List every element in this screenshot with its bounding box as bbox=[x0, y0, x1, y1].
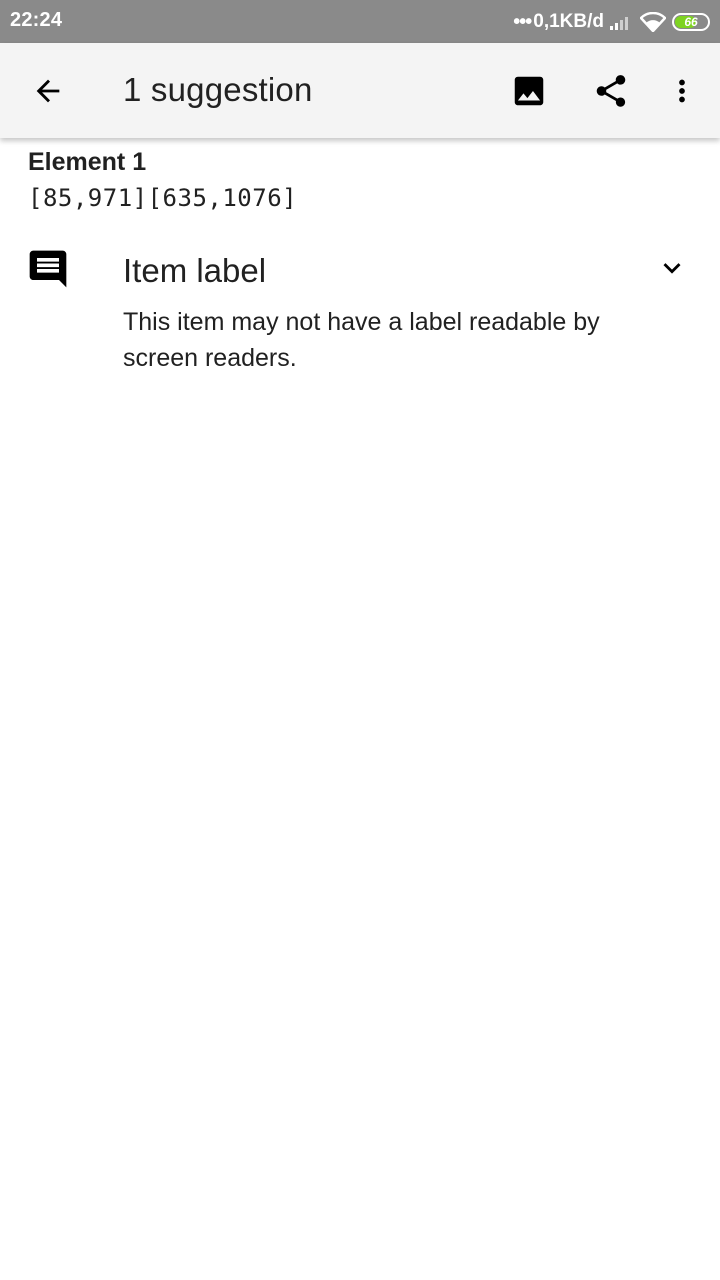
back-button[interactable] bbox=[24, 67, 72, 115]
element-bounds: [85,971][635,1076] bbox=[28, 184, 298, 212]
more-options-button[interactable] bbox=[658, 67, 706, 115]
app-bar: 1 suggestion bbox=[0, 43, 720, 138]
signal-icon bbox=[610, 14, 632, 30]
element-title: Element 1 bbox=[28, 148, 147, 176]
status-bar: 22:24 ••• 0,1KB/d 66 bbox=[0, 0, 720, 43]
chevron-down-icon bbox=[663, 263, 681, 274]
notification-dots: ••• bbox=[513, 11, 532, 33]
status-time: 22:24 bbox=[10, 9, 63, 31]
share-icon bbox=[596, 75, 626, 107]
expand-suggestion-button[interactable] bbox=[648, 244, 696, 292]
battery-icon: 66 bbox=[672, 13, 710, 31]
image-button[interactable] bbox=[505, 67, 553, 115]
network-speed: 0,1KB/d bbox=[533, 11, 604, 32]
battery-level: 66 bbox=[684, 15, 698, 29]
wifi-icon bbox=[640, 12, 666, 32]
share-button[interactable] bbox=[587, 67, 635, 115]
suggestion-description: This item may not have a label readable … bbox=[123, 308, 600, 372]
suggestion-title: Item label bbox=[123, 252, 267, 289]
more-vert-icon bbox=[679, 79, 685, 103]
page-title: 1 suggestion bbox=[123, 71, 313, 108]
back-arrow-icon bbox=[36, 79, 60, 103]
status-indicators: ••• 0,1KB/d 66 bbox=[513, 9, 710, 35]
image-icon bbox=[514, 76, 544, 106]
comment-icon bbox=[26, 247, 70, 291]
